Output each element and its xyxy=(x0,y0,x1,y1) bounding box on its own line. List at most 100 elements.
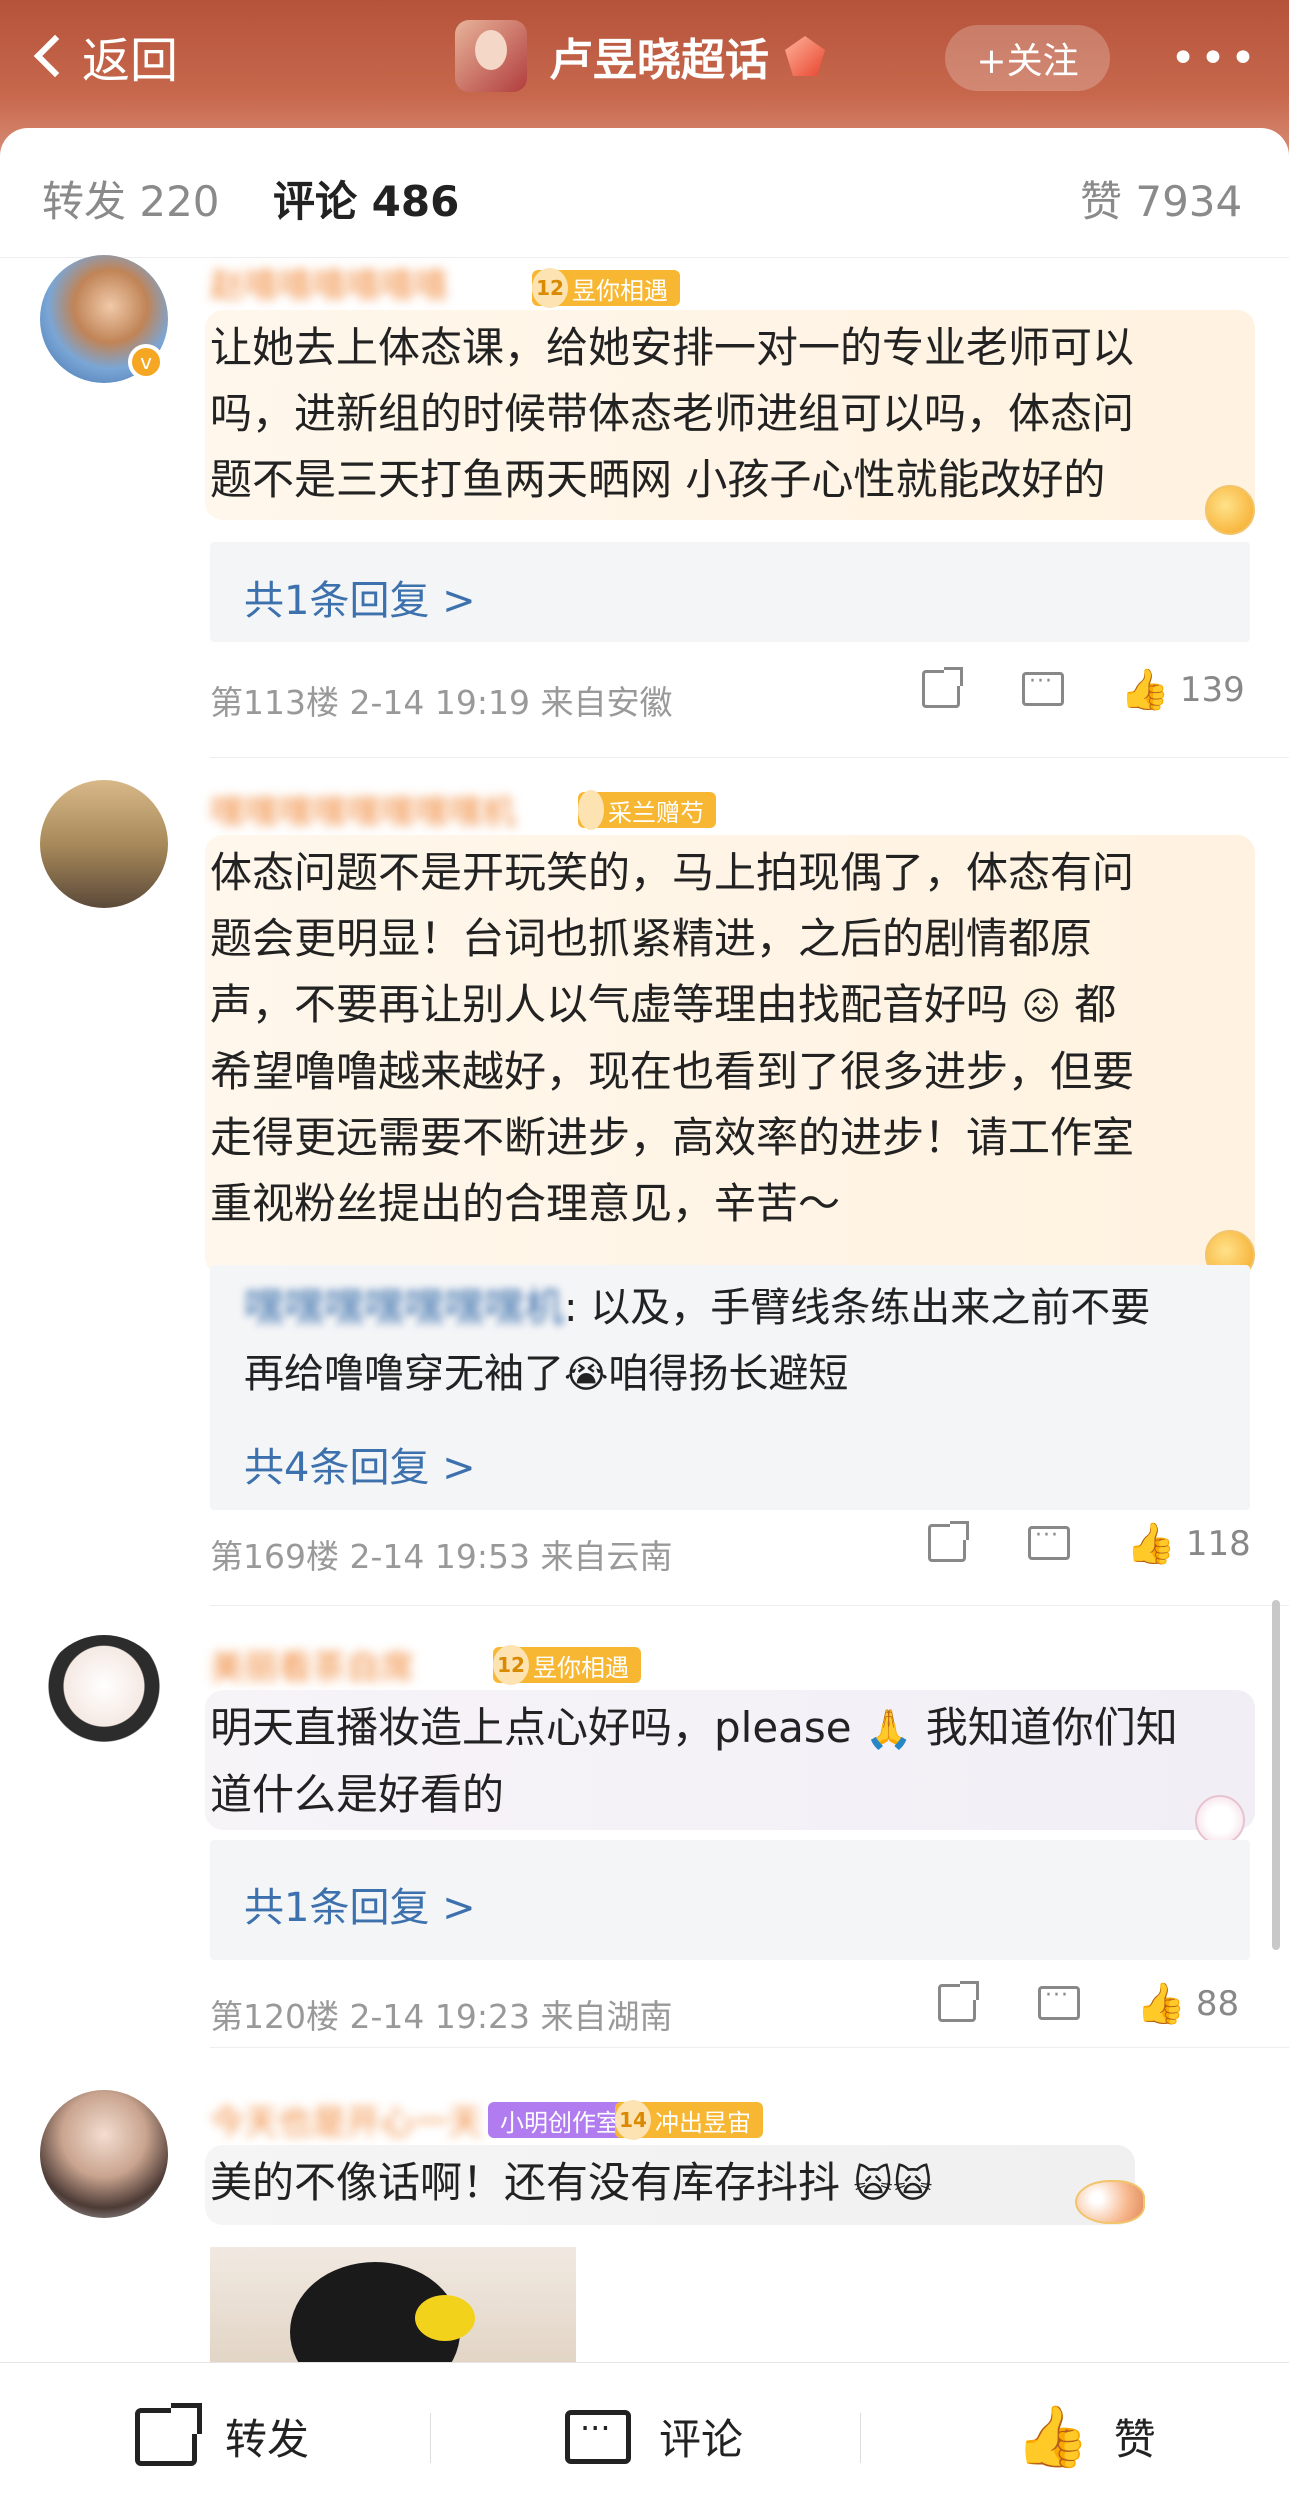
comment-text: 体态问题不是开玩笑的，马上拍现偶了，体态有问 题会更明显！台词也抓紧精进，之后的… xyxy=(210,840,1134,1237)
scrollbar[interactable] xyxy=(1272,1600,1280,1950)
fan-badge-label: 冲出昱宙 xyxy=(655,2108,751,2137)
diamond-sticker-icon xyxy=(1205,485,1255,535)
share-icon xyxy=(928,1521,969,1562)
reply-username[interactable]: 嘿嘿嘿嘿嘿嘿嘿机 xyxy=(244,1285,564,1331)
view-replies-link[interactable]: 共1条回复 > xyxy=(244,1875,476,1933)
divider xyxy=(210,757,1289,758)
comment-line: 美的不像话啊！还有没有库存抖抖 🙀🙀 xyxy=(210,2150,933,2217)
praying-emoji-icon: 🙏 xyxy=(865,1707,913,1751)
fan-level: 12 xyxy=(493,1645,529,1685)
comment-line: 希望噜噜越来越好，现在也看到了很多进步，但要 xyxy=(210,1047,1135,1096)
back-button[interactable]: 返回 xyxy=(30,26,178,89)
topic-avatar xyxy=(455,20,527,92)
reply-action[interactable] xyxy=(1022,669,1064,706)
comment-label: 评论 xyxy=(659,2415,744,2464)
comment-line: 走得更远需要不断进步，高效率的进步！请工作室 xyxy=(210,1113,1135,1162)
repost-button[interactable]: 转发 xyxy=(135,2363,309,2509)
fan-level xyxy=(578,790,604,830)
share-action[interactable] xyxy=(922,667,963,708)
reply-action[interactable] xyxy=(1038,1983,1080,2020)
reply-line: 嘿嘿嘿嘿嘿嘿嘿机: 以及，手臂线条练出来之前不要 xyxy=(244,1275,1150,1341)
more-options-icon[interactable]: ••• xyxy=(1170,30,1256,86)
comment-line-text: 声，不要再让别人以气虚等理由找配音好吗 xyxy=(210,980,1009,1029)
reply-text: 咱得扬长避短 xyxy=(608,1351,849,1397)
share-icon xyxy=(922,667,963,708)
comment-image[interactable] xyxy=(210,2247,576,2362)
avatar[interactable] xyxy=(40,2090,168,2218)
divider xyxy=(210,2047,1289,2048)
fan-badge-label: 采兰赠芍 xyxy=(608,798,704,827)
avatar[interactable] xyxy=(40,1635,168,1763)
comment-button[interactable]: 评论 xyxy=(565,2363,743,2509)
comment-line: 吗，进新组的时候带体态老师进组可以吗，体态问 xyxy=(210,389,1135,438)
reply-text: 再给噜噜穿无袖了 xyxy=(244,1351,564,1397)
view-replies-link[interactable]: 共4条回复 > xyxy=(244,1435,476,1493)
tab-comment[interactable]: 评论 486 xyxy=(273,168,459,229)
reply-preview[interactable]: 嘿嘿嘿嘿嘿嘿嘿机: 以及，手臂线条练出来之前不要 再给噜噜穿无袖了😭咱得扬长避短… xyxy=(210,1265,1250,1510)
reply-preview[interactable]: 共1条回复 > xyxy=(210,1840,1250,1960)
page-title: 卢昱晓超话 xyxy=(549,35,769,86)
shocked-emoji-icon: 🙀 xyxy=(893,2162,933,2206)
thumbs-up-icon: 👍 xyxy=(1126,1521,1176,1567)
username[interactable]: 今天也是开心一天 xyxy=(210,2095,482,2144)
comment-item: 今天也是开心一天 小明创作室 14 冲出昱宙 美的不像话啊！还有没有库存抖抖 🙀… xyxy=(0,2050,1289,2362)
comment-line: 体态问题不是开玩笑的，马上拍现偶了，体态有问 xyxy=(210,848,1135,897)
comment-item: 美丽看茶自席 12 昱你相遇 明天直播妆造上点心好吗，please 🙏 我知道你… xyxy=(0,1610,1289,2050)
share-action[interactable] xyxy=(938,1981,979,2022)
share-action[interactable] xyxy=(928,1521,969,1562)
comment-meta: 第169楼 2-14 19:53 来自云南 xyxy=(210,1537,673,1576)
back-label: 返回 xyxy=(82,33,179,89)
like-button[interactable]: 👍 赞 xyxy=(1015,2363,1156,2509)
shocked-emoji-icon: 🙀 xyxy=(853,2162,893,2206)
comment-text: 让她去上体态课，给她安排一对一的专业老师可以 吗，进新组的时候带体态老师进组可以… xyxy=(210,315,1134,513)
username[interactable]: 嘿嘿嘿嘿嘿嘿嘿嘿机 xyxy=(210,785,516,834)
comment-item: 嘿嘿嘿嘿嘿嘿嘿嘿机 采兰赠芍 体态问题不是开玩笑的，马上拍现偶了，体态有问 题会… xyxy=(0,760,1289,1610)
comment-line: 题不是三天打鱼两天晒网 小孩子心性就能改好的 xyxy=(210,455,1106,504)
comment-meta: 第120楼 2-14 19:23 来自湖南 xyxy=(210,1997,673,2036)
comment-item: v 赵嘻嘻嘻嘻嘻嘻 12 昱你相遇 让她去上体态课，给她安排一对一的专业老师可以… xyxy=(0,240,1289,760)
divider xyxy=(430,2413,431,2463)
like-count: 88 xyxy=(1195,1983,1240,2024)
divider xyxy=(210,1605,1289,1606)
bottom-action-bar: 转发 评论 👍 赞 xyxy=(0,2362,1289,2509)
like-action[interactable]: 👍 118 xyxy=(1126,1520,1251,1567)
share-icon xyxy=(938,1981,979,2022)
fan-badge-label: 昱你相遇 xyxy=(572,276,668,305)
verified-icon: v xyxy=(128,344,164,380)
share-icon xyxy=(135,2402,202,2466)
cat-sticker-icon xyxy=(1195,1795,1245,1845)
fan-level: 12 xyxy=(532,268,568,308)
comment-line: 重视粉丝提出的合理意见，辛苦～ xyxy=(210,1179,841,1228)
reply-action[interactable] xyxy=(1028,1523,1070,1560)
username[interactable]: 赵嘻嘻嘻嘻嘻嘻 xyxy=(210,258,448,307)
fish-sticker-icon xyxy=(1075,2180,1145,2224)
thumbs-up-icon: 👍 xyxy=(1120,667,1170,713)
like-action[interactable]: 👍 139 xyxy=(1120,666,1245,713)
comment-meta: 第113楼 2-14 19:19 来自安徽 xyxy=(210,683,673,722)
crying-emoji-icon: 😭 xyxy=(564,1352,609,1396)
fan-badge: 14 冲出昱宙 xyxy=(615,2100,763,2140)
repost-label: 转发 xyxy=(225,2415,310,2464)
avatar[interactable] xyxy=(40,780,168,908)
fan-badge: 12 昱你相遇 xyxy=(532,268,680,308)
tab-like[interactable]: 赞 7934 xyxy=(1080,168,1242,229)
username[interactable]: 美丽看茶自席 xyxy=(210,1640,414,1689)
fan-badge: 12 昱你相遇 xyxy=(493,1645,641,1685)
comment-line-tail: 都 xyxy=(1074,980,1117,1029)
comment-line: 题会更明显！台词也抓紧精进，之后的剧情都原 xyxy=(210,914,1093,963)
comment-line: 道什么是好看的 xyxy=(210,1770,505,1819)
topic-level-badge-icon xyxy=(785,36,825,76)
comment-line: 让她去上体态课，给她安排一对一的专业老师可以 xyxy=(210,323,1135,372)
reply-preview[interactable]: 共1条回复 > xyxy=(210,542,1250,642)
page-title-group[interactable]: 卢昱晓超话 xyxy=(455,18,825,94)
reply-text: : 以及，手臂线条练出来之前不要 xyxy=(564,1285,1151,1331)
follow-button[interactable]: +关注 xyxy=(945,25,1110,91)
thumbs-up-icon: 👍 xyxy=(1015,2402,1090,2472)
divider xyxy=(860,2413,861,2463)
thumbs-up-icon: 👍 xyxy=(1136,1981,1186,2027)
comment-line-text: 我知道你们知 xyxy=(925,1703,1178,1752)
tab-repost[interactable]: 转发 220 xyxy=(42,168,220,229)
like-action[interactable]: 👍 88 xyxy=(1136,1980,1239,2027)
view-replies-link[interactable]: 共1条回复 > xyxy=(244,568,476,626)
comment-text: 美的不像话啊！还有没有库存抖抖 🙀🙀 xyxy=(210,2150,933,2217)
